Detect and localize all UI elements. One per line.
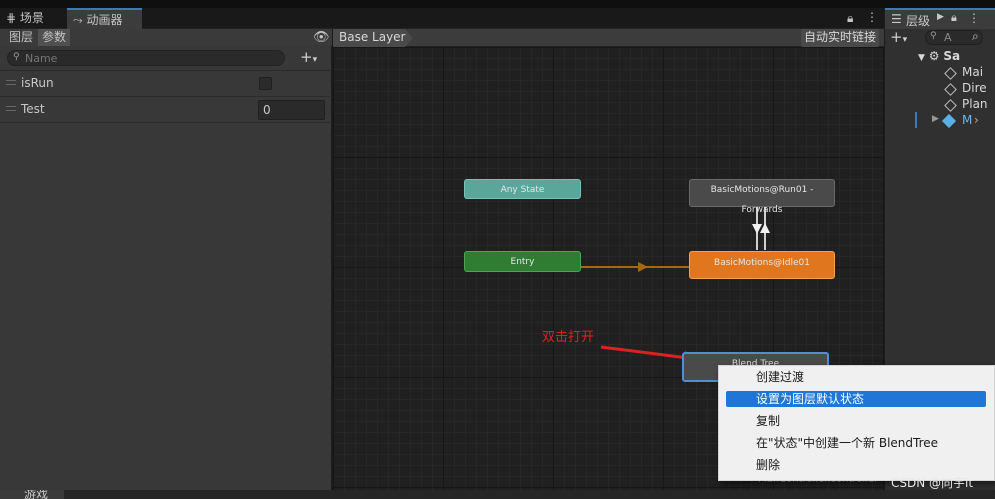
menu-item-label: 复制 xyxy=(756,414,781,428)
more-menu-icon[interactable]: ⋮ xyxy=(968,11,980,25)
tab-layers-label: 图层 xyxy=(9,30,34,44)
tab-layers[interactable]: 图层 xyxy=(5,29,37,46)
menu-item-delete[interactable]: 删除 xyxy=(726,456,986,474)
int-value: 0 xyxy=(263,103,271,117)
expand-arrow-icon[interactable]: ▶ xyxy=(932,114,939,124)
play-icon[interactable]: ▶ xyxy=(937,12,944,22)
parameter-name: Test xyxy=(21,102,45,116)
parameter-search-field[interactable]: ⚲ xyxy=(7,50,285,66)
state-idle-default[interactable]: BasicMotions@Idle01 xyxy=(689,251,835,279)
selection-marker xyxy=(915,112,917,128)
eye-icon[interactable]: 👁︎ xyxy=(313,30,330,45)
bottom-tab-bar xyxy=(0,490,995,499)
hierarchy-item-label: Mai xyxy=(962,65,984,79)
watermark: CSDN @向宇it xyxy=(891,476,974,490)
tab-hierarchy-label: 层级 xyxy=(906,14,931,28)
parameter-row-test[interactable]: Test 0 xyxy=(0,97,332,123)
hierarchy-item-label: Dire xyxy=(962,81,987,95)
search-icon: ⚲ xyxy=(13,52,20,62)
auto-live-link-button[interactable]: 自动实时链接 xyxy=(801,29,879,47)
bool-checkbox[interactable] xyxy=(259,77,272,90)
add-parameter-button[interactable]: +▾ xyxy=(300,48,317,66)
lock-icon[interactable]: 🔒︎ xyxy=(847,11,853,26)
drag-handle-icon[interactable] xyxy=(6,80,16,85)
menu-item-label: 删除 xyxy=(756,458,781,472)
menu-item-label: 创建过渡 xyxy=(756,370,805,384)
tab-animator-label: 动画器 xyxy=(86,13,123,27)
search-icon: ⚲ xyxy=(930,31,937,41)
menu-item-label: 在"状态"中创建一个新 BlendTree xyxy=(756,436,939,450)
grid-icon: ⋕ xyxy=(6,11,17,25)
tab-animator[interactable]: ⤳ 动画器 xyxy=(67,8,142,29)
tab-scene-label: 场景 xyxy=(19,11,44,25)
list-icon: ☰ xyxy=(891,12,902,26)
search-input[interactable] xyxy=(25,51,275,65)
state-label: BasicMotions@Idle01 xyxy=(714,258,810,268)
menu-item-copy[interactable]: 复制 xyxy=(726,412,986,430)
int-value-field[interactable]: 0 xyxy=(258,100,325,120)
window-top-strip xyxy=(0,0,995,8)
menu-item-create-blend-tree[interactable]: 在"状态"中创建一个新 BlendTree xyxy=(726,434,986,452)
breadcrumb[interactable]: Base Layer xyxy=(333,29,413,47)
unity-scene-icon: ⚙ xyxy=(928,49,940,63)
state-label: Any State xyxy=(500,185,545,195)
scene-search-icon[interactable]: ⌕ xyxy=(972,29,979,44)
state-any-state[interactable]: Any State xyxy=(464,179,581,199)
create-object-button[interactable]: +▾ xyxy=(890,28,907,46)
drag-handle-icon[interactable] xyxy=(6,106,16,111)
parameter-row-isrun[interactable]: isRun xyxy=(0,71,332,97)
scene-name: Sa xyxy=(943,49,961,63)
tab-game-label: 游戏 xyxy=(24,490,49,499)
menu-item-create-transition[interactable]: 创建过渡 xyxy=(726,368,986,386)
chevron-right-icon[interactable]: › xyxy=(974,113,979,127)
animator-icon: ⤳ xyxy=(73,13,83,27)
search-text: A xyxy=(944,31,952,44)
tab-game[interactable]: 游戏 xyxy=(0,490,64,499)
scene-root[interactable]: ▼ ⚙ Sa xyxy=(918,49,960,63)
lock-icon[interactable]: 🔒︎ xyxy=(951,11,957,25)
menu-item-label: 设置为图层默认状态 xyxy=(756,392,865,406)
auto-live-link-label: 自动实时链接 xyxy=(803,30,876,44)
expand-arrow-icon[interactable]: ▼ xyxy=(918,53,925,63)
tab-scene[interactable]: ⋕ 场景 xyxy=(0,8,66,29)
state-label: Entry xyxy=(510,257,535,267)
menu-item-set-default-state[interactable]: 设置为图层默认状态 xyxy=(726,391,986,407)
state-entry[interactable]: Entry xyxy=(464,251,581,272)
tab-parameters-label: 参数 xyxy=(42,30,67,44)
breadcrumb-label: Base Layer xyxy=(339,30,406,44)
state-run-forwards[interactable]: BasicMotions@Run01 - Forwards xyxy=(689,179,835,215)
tab-hierarchy[interactable]: ☰ 层级 ▶ 🔒︎ ⋮ xyxy=(885,8,995,29)
parameter-name: isRun xyxy=(21,76,54,90)
hierarchy-item-label: Plan xyxy=(962,97,988,111)
entry-to-idle-transition[interactable] xyxy=(580,262,690,272)
hierarchy-item-label: M xyxy=(962,113,973,127)
annotation-text: 双击打开 xyxy=(542,330,595,345)
more-menu-icon[interactable]: ⋮ xyxy=(866,10,878,24)
tab-parameters[interactable]: 参数 xyxy=(38,29,71,46)
